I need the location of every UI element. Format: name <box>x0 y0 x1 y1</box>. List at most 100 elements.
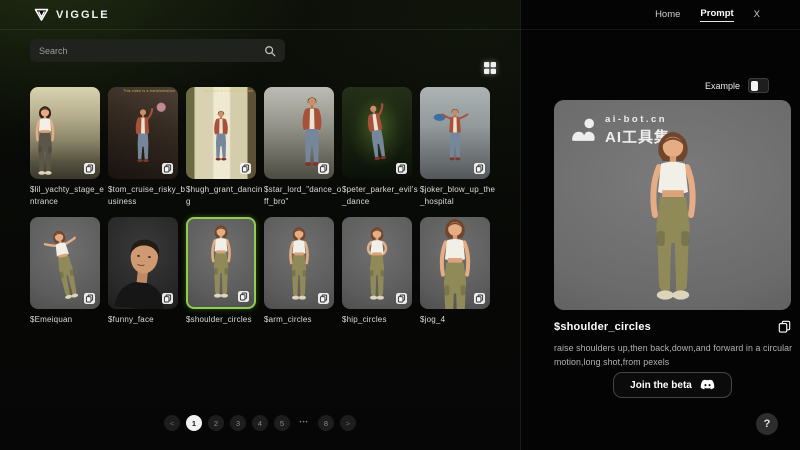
gallery-item-selected[interactable] <box>186 217 256 309</box>
gallery-item-label: $star_lord_"dance_off_bro" <box>264 184 342 209</box>
preview-card[interactable]: ai-bot.cn AI工具集 <box>554 100 791 310</box>
gallery-cell: $hip_circles <box>342 217 412 326</box>
page-button-3[interactable]: 3 <box>230 415 246 431</box>
help-button[interactable]: ? <box>756 413 778 435</box>
character-figure <box>441 107 468 167</box>
character-figure <box>42 226 89 303</box>
search-bar[interactable] <box>30 39 285 62</box>
toggle-knob <box>751 81 758 91</box>
nav-item-x[interactable]: X <box>754 9 760 20</box>
join-beta-label: Join the beta <box>630 380 692 391</box>
gallery-item-label: $Emeiquan <box>30 314 108 326</box>
gallery-item[interactable] <box>420 217 490 309</box>
gif-badge-icon[interactable] <box>318 163 329 174</box>
search-icon[interactable] <box>264 45 276 57</box>
gallery-cell: $jog_4 <box>420 217 490 326</box>
gallery-item[interactable] <box>420 87 490 179</box>
character-figure <box>30 105 62 177</box>
grid-view-icon[interactable] <box>483 61 497 75</box>
pagination: <12345 ••• 8 > <box>0 415 520 431</box>
template-title: $shoulder_circles <box>554 321 651 333</box>
gif-badge-icon[interactable] <box>474 163 485 174</box>
character-figure <box>129 107 157 169</box>
gallery-item-label: $joker_blow_up_the_hospital <box>420 184 498 209</box>
gallery-item[interactable] <box>30 87 100 179</box>
character-figure <box>208 109 234 167</box>
copy-icon[interactable] <box>778 320 791 333</box>
main-nav: Home Prompt X <box>655 8 760 22</box>
gallery-item[interactable] <box>342 217 412 309</box>
gallery-item[interactable]: This video is a transformation <box>108 87 178 179</box>
example-toggle[interactable] <box>748 78 769 93</box>
page-button-2[interactable]: 2 <box>208 415 224 431</box>
gallery-cell: $Emeiquan <box>30 217 100 326</box>
viggle-logo-icon <box>34 8 49 22</box>
gif-badge-icon[interactable] <box>240 163 251 174</box>
gallery-cell: $funny_face <box>108 217 178 326</box>
watermark-domain: ai-bot.cn <box>605 114 670 125</box>
discord-icon <box>700 379 715 391</box>
gif-badge-icon[interactable] <box>396 293 407 304</box>
gallery-cell: $arm_circles <box>264 217 334 326</box>
gallery-item-label: $jog_4 <box>420 314 498 326</box>
character-figure <box>360 226 395 302</box>
gallery-cell: $shoulder_circles <box>186 217 256 326</box>
character-figure <box>204 224 239 300</box>
video-watermark-text: This video is a transformation <box>123 89 175 93</box>
page-button-4[interactable]: 4 <box>252 415 268 431</box>
page-button-5[interactable]: 5 <box>274 415 290 431</box>
viggle-app: $lil_yachty_stage_entranceThis video is … <box>0 0 800 450</box>
gallery-cell: $joker_blow_up_the_hospital <box>420 87 490 209</box>
gif-badge-icon[interactable] <box>474 293 485 304</box>
top-bar: VIGGLE Home Prompt X <box>0 0 800 30</box>
next-button[interactable]: > <box>340 415 356 431</box>
gallery-item-label: $tom_cruise_risky_business <box>108 184 186 209</box>
nav-item-home[interactable]: Home <box>655 9 680 20</box>
gallery-cell: This video is a transformation$tom_cruis… <box>108 87 178 209</box>
ai-bot-logo-icon <box>570 118 597 143</box>
example-label: Example <box>705 81 740 91</box>
gallery-item-label: $peter_parker_evil's_dance <box>342 184 420 209</box>
gallery-item[interactable] <box>30 217 100 309</box>
search-input[interactable] <box>39 46 264 56</box>
join-beta-button[interactable]: Join the beta <box>613 372 732 398</box>
brand[interactable]: VIGGLE <box>34 8 110 22</box>
preview-character <box>633 129 713 305</box>
page-button-1[interactable]: 1 <box>186 415 202 431</box>
ellipsis-button: ••• <box>296 415 312 431</box>
gallery-item-label: $hugh_grant_dancing <box>186 184 264 209</box>
gallery-cell: $star_lord_"dance_off_bro" <box>264 87 334 209</box>
gif-badge-icon[interactable] <box>162 293 173 304</box>
example-row: Example <box>705 78 769 93</box>
character-figure <box>282 226 317 302</box>
join-wrap: Join the beta <box>554 372 791 398</box>
gif-badge-icon[interactable] <box>84 163 95 174</box>
gallery-item[interactable] <box>342 87 412 179</box>
template-grid: $lil_yachty_stage_entranceThis video is … <box>30 87 490 326</box>
title-row: $shoulder_circles <box>554 320 791 333</box>
detail-panel: Example ai-bot.cn AI工具集 $shoulder_circle… <box>520 0 800 450</box>
gallery-item[interactable] <box>108 217 178 309</box>
gallery-item-label: $shoulder_circles <box>186 314 264 326</box>
gallery-item[interactable]: This video is a transformation <box>186 87 256 179</box>
gallery-cell: $peter_parker_evil's_dance <box>342 87 412 209</box>
gif-badge-icon[interactable] <box>84 293 95 304</box>
character-figure <box>358 101 396 168</box>
gif-badge-icon[interactable] <box>396 163 407 174</box>
template-description: raise shoulders up,then back,down,and fo… <box>554 342 794 369</box>
gallery-panel: $lil_yachty_stage_entranceThis video is … <box>0 0 520 450</box>
nav-item-prompt[interactable]: Prompt <box>700 8 733 22</box>
gallery-item-label: $arm_circles <box>264 314 342 326</box>
gallery-item[interactable] <box>264 87 334 179</box>
gallery-item-label: $lil_yachty_stage_entrance <box>30 184 108 209</box>
gif-badge-icon[interactable] <box>162 163 173 174</box>
video-watermark-text: This video is a transformation <box>201 89 253 93</box>
brand-name: VIGGLE <box>56 9 110 21</box>
page-button-8[interactable]: 8 <box>318 415 334 431</box>
prev-button[interactable]: < <box>164 415 180 431</box>
gif-badge-icon[interactable] <box>318 293 329 304</box>
gif-badge-icon[interactable] <box>238 291 249 302</box>
gallery-item-label: $hip_circles <box>342 314 420 326</box>
gallery-cell: This video is a transformation$hugh_gran… <box>186 87 256 209</box>
gallery-item[interactable] <box>264 217 334 309</box>
